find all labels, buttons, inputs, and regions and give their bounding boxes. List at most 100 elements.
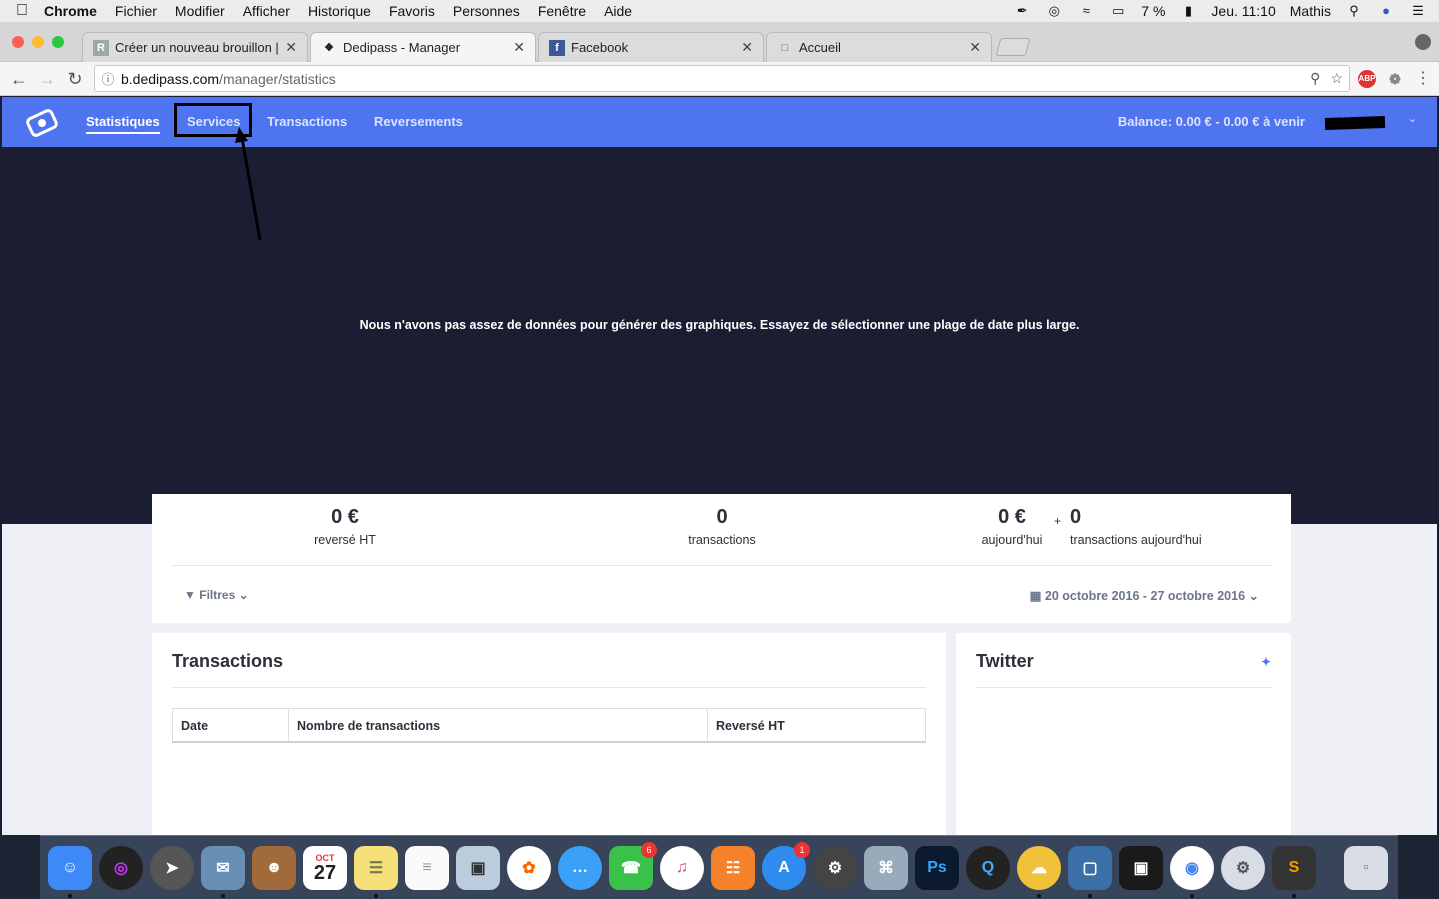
transactions-card-title: Transactions (172, 651, 284, 671)
zoom-window-button[interactable] (52, 36, 64, 48)
statistics-hero (2, 97, 1437, 524)
trash-icon[interactable]: ▫ (1344, 846, 1388, 890)
siri-icon[interactable]: ◎ (99, 846, 143, 890)
chrome-icon[interactable]: ◉ (1170, 846, 1214, 890)
page-favicon-icon: □ (781, 41, 789, 54)
network-utility-icon[interactable]: ⌘ (864, 846, 908, 890)
column-header-date[interactable]: Date (173, 709, 289, 741)
tab-rg-draft[interactable]: R Créer un nouveau brouillon | R ✕ (82, 32, 308, 62)
mail-icon[interactable]: ✉ (201, 846, 245, 890)
system-preferences-icon[interactable]: ⚙ (813, 846, 857, 890)
spotlight-icon[interactable]: ⚲ (1345, 4, 1363, 18)
key-icon[interactable]: ⚲ (1310, 70, 1320, 87)
menu-favoris[interactable]: Favoris (389, 3, 435, 19)
close-window-button[interactable] (12, 36, 24, 48)
boxed-app-icon[interactable]: ▣ (1119, 846, 1163, 890)
chrome-menu-icon[interactable]: ⋮ (1412, 68, 1434, 90)
minimize-window-button[interactable] (32, 36, 44, 48)
apple-icon[interactable]:  (0, 2, 44, 20)
date-range-picker[interactable]: ▦ 20 octobre 2016 - 27 octobre 2016 ⌄ (1030, 588, 1259, 603)
tab-dedipass[interactable]: ❖ Dedipass - Manager ✕ (310, 32, 536, 62)
stat-transactions-label: transactions (688, 533, 756, 547)
menu-modifier[interactable]: Modifier (175, 3, 225, 19)
twitter-bird-icon[interactable]: ✦ (1261, 655, 1271, 669)
column-header-count[interactable]: Nombre de transactions (289, 709, 708, 741)
url-host: b.dedipass.com (121, 70, 220, 87)
running-indicator (1292, 894, 1296, 898)
sublime-text-icon[interactable]: S (1272, 846, 1316, 890)
dedipass-logo[interactable] (24, 105, 60, 141)
menu-afficher[interactable]: Afficher (243, 3, 290, 19)
siri-icon[interactable]: ● (1377, 4, 1395, 18)
bookmark-star-icon[interactable]: ☆ (1330, 70, 1343, 87)
menu-fenetre[interactable]: Fenêtre (538, 3, 586, 19)
stat-reverse-value: 0 € (331, 506, 359, 528)
airplay-icon[interactable]: ▭ (1109, 4, 1127, 18)
facetime-icon[interactable]: ☎ 6 (609, 842, 657, 890)
photos-icon[interactable]: ✿ (507, 846, 551, 890)
bird-app-icon[interactable]: ☁ (1017, 846, 1061, 890)
browser-tab-bar: R Créer un nouveau brouillon | R ✕ ❖ Ded… (0, 22, 1439, 62)
feather-icon[interactable]: ✒ (1013, 4, 1031, 18)
profile-icon[interactable] (1415, 34, 1431, 50)
facebook-favicon-icon: f (549, 39, 565, 56)
reminders-icon[interactable]: ≡ (405, 846, 449, 890)
browser-toolbar: ← → ↻ ⓘ b.dedipass.com /manager/statisti… (0, 62, 1439, 96)
photoshop-icon[interactable]: Ps (915, 846, 959, 890)
tab-label: Créer un nouveau brouillon | R (115, 40, 280, 55)
running-indicator (1190, 894, 1194, 898)
finder-icon[interactable]: ☺ (48, 846, 92, 890)
battery-icon[interactable]: ▮ (1179, 4, 1197, 18)
site-info-icon[interactable]: ⓘ (95, 69, 121, 88)
itunes-icon[interactable]: ♫ (660, 846, 704, 890)
settings-gear-icon[interactable]: ⚙ (1221, 846, 1265, 890)
mac-menu-bar:  Chrome Fichier Modifier Afficher Histo… (0, 0, 1439, 22)
contacts-icon[interactable]: ☻ (252, 846, 296, 890)
adblock-icon[interactable]: ABP (1358, 70, 1376, 88)
menu-fichier[interactable]: Fichier (115, 3, 157, 19)
launchpad-icon[interactable]: ➤ (150, 846, 194, 890)
messages-icon[interactable]: … (558, 846, 602, 890)
menu-aide[interactable]: Aide (604, 3, 632, 19)
nav-statistiques[interactable]: Statistiques (86, 114, 160, 134)
close-tab-icon[interactable]: ✕ (741, 39, 753, 56)
close-tab-icon[interactable]: ✕ (969, 39, 981, 56)
preview-icon[interactable]: ▣ (456, 846, 500, 890)
back-icon[interactable]: ← (8, 68, 30, 90)
nav-reversements[interactable]: Reversements (374, 114, 463, 129)
ibooks-icon[interactable]: ☷ (711, 846, 755, 890)
tab-facebook[interactable]: f Facebook ✕ (538, 32, 764, 62)
extension-icon[interactable]: ❁ (1386, 70, 1404, 88)
stat-reverse-label: reversé HT (314, 533, 376, 547)
column-header-reverse[interactable]: Reversé HT (708, 709, 925, 741)
notes-icon[interactable]: ☰ (354, 846, 398, 890)
menu-app-name[interactable]: Chrome (44, 3, 97, 19)
wifi-icon[interactable]: ≈ (1077, 4, 1095, 18)
address-bar[interactable]: ⓘ b.dedipass.com /manager/statistics ⚲ ☆ (94, 65, 1350, 92)
nav-transactions[interactable]: Transactions (267, 114, 347, 129)
app-store-icon[interactable]: A 1 (762, 842, 810, 890)
close-tab-icon[interactable]: ✕ (513, 39, 525, 56)
filters-dropdown[interactable]: ▼ Filtres ⌄ (184, 588, 249, 602)
menu-clock[interactable]: Jeu. 11:10 (1211, 3, 1275, 19)
new-tab-button[interactable] (995, 38, 1031, 56)
chevron-down-icon[interactable]: ⌄ (1408, 112, 1417, 125)
stat-reverse: 0 € reversé HT (295, 506, 395, 547)
divider (172, 687, 926, 688)
notification-center-icon[interactable]: ☰ (1409, 4, 1427, 18)
reload-icon[interactable]: ↻ (64, 68, 86, 90)
forward-icon[interactable]: → (36, 68, 58, 90)
virtualbox-icon[interactable]: ▢ (1068, 846, 1112, 890)
tab-accueil[interactable]: □ Accueil ✕ (766, 32, 992, 62)
battery-percent[interactable]: 7 % (1141, 3, 1165, 19)
menu-historique[interactable]: Historique (308, 3, 371, 19)
quicktime-icon[interactable]: Q (966, 846, 1010, 890)
calendar-icon[interactable]: OCT 27 (303, 846, 347, 890)
tab-label: Accueil (799, 40, 841, 55)
menu-user[interactable]: Mathis (1290, 3, 1331, 19)
close-tab-icon[interactable]: ✕ (285, 39, 297, 56)
spiral-icon[interactable]: ◎ (1045, 4, 1063, 18)
stat-transactions-value: 0 (716, 506, 728, 528)
chevron-down-icon: ⌄ (238, 588, 249, 602)
menu-personnes[interactable]: Personnes (453, 3, 520, 19)
